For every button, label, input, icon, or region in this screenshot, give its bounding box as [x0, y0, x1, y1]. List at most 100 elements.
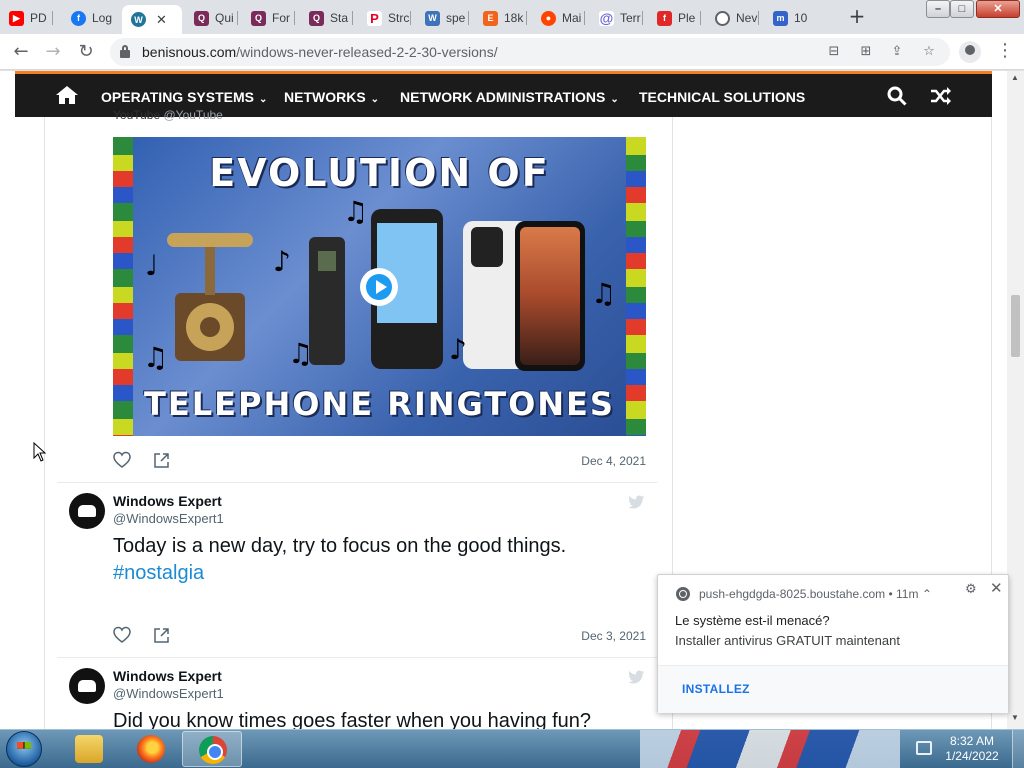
close-window-button[interactable]: ✕	[976, 0, 1020, 18]
tweet-actions: Dec 3, 2021	[113, 626, 646, 646]
push-notification[interactable]: push-ehgdgda-8025.boustahe.com • 11m ⌃ ⚙…	[657, 574, 1009, 713]
share-icon[interactable]	[153, 626, 171, 644]
tweet: Windows Expert @WindowsExpert1 Did you k…	[57, 668, 657, 729]
tab-4[interactable]: Q For	[242, 5, 295, 31]
system-tray: 8:32 AM 1/24/2022	[905, 730, 1024, 768]
tweet-date[interactable]: Dec 3, 2021	[581, 629, 646, 643]
avatar[interactable]	[69, 668, 105, 704]
chrome-icon	[715, 10, 730, 26]
url-path: /windows-never-released-2-2-30-versions/	[236, 44, 498, 60]
clock-date: 1/24/2022	[945, 749, 999, 763]
install-button[interactable]: INSTALLEZ	[682, 682, 750, 696]
tab-1[interactable]: f Log	[62, 5, 115, 31]
tweet-author-name[interactable]: Windows Expert	[113, 493, 222, 509]
gear-icon[interactable]: ⚙	[965, 582, 977, 597]
m-icon: m	[773, 10, 788, 26]
tweet-body: Today is a new day, try to focus on the …	[113, 535, 567, 557]
tweet-author-name[interactable]: Windows Expert	[113, 668, 222, 684]
clock[interactable]: 8:32 AM 1/24/2022	[941, 734, 1003, 764]
tweet: Windows Expert @WindowsExpert1 Today is …	[57, 493, 657, 643]
scroll-up-icon[interactable]: ▲	[1011, 73, 1019, 82]
tab-7[interactable]: W spe	[416, 5, 469, 31]
nav-label: TECHNICAL SOLUTIONS	[639, 89, 806, 105]
back-arrow-icon[interactable]: ←	[9, 40, 33, 64]
twitter-bird-icon[interactable]	[629, 670, 645, 684]
profile-avatar-icon[interactable]	[959, 41, 981, 63]
tweet-author-handle[interactable]: @WindowsExpert1	[113, 511, 224, 526]
tab-12[interactable]: Nev	[706, 5, 759, 31]
nav-technical-solutions[interactable]: TECHNICAL SOLUTIONS	[639, 89, 805, 105]
flipboard-icon: f	[657, 10, 672, 26]
close-tab-icon[interactable]: ✕	[156, 12, 167, 28]
shuffle-icon[interactable]	[930, 86, 952, 106]
scroll-down-icon[interactable]: ▼	[1011, 713, 1019, 722]
music-note-icon: ♫	[288, 337, 314, 370]
video-title-top: EVOLUTION OF	[209, 151, 550, 195]
twitter-feed: YouTube @YouTube EVOLUTION OF ♩ ♪ ♫ ♫ ♫ …	[57, 71, 657, 729]
tab-title: Terr	[620, 11, 641, 25]
smartphone-image	[515, 221, 585, 371]
tab-2-active[interactable]: W ✕	[122, 5, 182, 34]
tab-13[interactable]: m 10	[764, 5, 817, 31]
hashtag-link[interactable]: #nostalgia	[113, 560, 566, 587]
vertical-scrollbar[interactable]: ▲ ▼	[1007, 71, 1024, 729]
tab-5[interactable]: Q Sta	[300, 5, 353, 31]
tweet-divider	[57, 657, 657, 658]
tab-title: 18k	[504, 11, 524, 25]
heart-icon[interactable]	[113, 451, 131, 469]
share-icon[interactable]	[153, 451, 171, 469]
address-bar[interactable]: benisnous.com/windows-never-released-2-2…	[110, 38, 950, 66]
search-icon[interactable]	[887, 86, 907, 106]
forward-arrow-icon[interactable]: →	[41, 40, 65, 64]
reload-icon[interactable]: ↻	[74, 40, 98, 64]
tab-8[interactable]: E 18k	[474, 5, 527, 31]
close-icon[interactable]: ✕	[990, 579, 1003, 597]
browser-toolbar: ← → ↻ benisnous.com/windows-never-releas…	[0, 34, 1024, 70]
content-border	[44, 117, 45, 729]
blocked-popup-icon[interactable]: ⊟	[825, 43, 843, 61]
embed-source-name: YouTube	[113, 108, 161, 122]
bookmark-star-icon[interactable]: ☆	[920, 43, 938, 61]
taskbar-chrome[interactable]	[182, 731, 242, 767]
tweet-author-handle[interactable]: @WindowsExpert1	[113, 686, 224, 701]
blocked-notification-icon[interactable]: ⊞	[857, 43, 875, 61]
video-thumbnail[interactable]: EVOLUTION OF ♩ ♪ ♫ ♫ ♫ ♪ ♫ TELEPHONE RIN…	[113, 137, 646, 436]
music-note-icon: ♫	[143, 341, 169, 374]
tab-title: Mai	[562, 11, 582, 25]
clock-time: 8:32 AM	[949, 734, 995, 748]
twitter-bird-icon[interactable]	[629, 495, 645, 509]
taskbar-firefox[interactable]	[121, 731, 181, 767]
notification-body: Installer antivirus GRATUIT maintenant	[675, 633, 900, 648]
maximize-icon: □	[958, 3, 966, 15]
new-tab-button[interactable]: +	[847, 6, 867, 26]
tab-11[interactable]: f Ple	[648, 5, 701, 31]
mouse-cursor-icon	[33, 442, 47, 462]
music-note-icon: ♩	[145, 249, 159, 282]
tab-10[interactable]: @ Terr	[590, 5, 643, 31]
share-icon[interactable]: ⇪	[888, 43, 906, 61]
tab-3[interactable]: Q Qui	[185, 5, 238, 31]
tweet-date[interactable]: Dec 4, 2021	[581, 454, 646, 468]
taskbar-explorer[interactable]	[59, 731, 119, 767]
start-button[interactable]	[6, 731, 42, 767]
play-button[interactable]	[360, 268, 398, 306]
tab-6[interactable]: P Strc	[358, 5, 411, 31]
show-desktop-button[interactable]	[1012, 730, 1024, 768]
heart-icon[interactable]	[113, 626, 131, 644]
video-title-bottom: TELEPHONE RINGTONES	[144, 385, 615, 423]
scrollbar-thumb[interactable]	[1011, 295, 1020, 357]
avatar[interactable]	[69, 493, 105, 529]
network-icon[interactable]	[916, 741, 932, 755]
menu-kebab-icon[interactable]: ⋮	[996, 40, 1014, 61]
chevron-up-icon[interactable]: ⌃	[922, 587, 932, 601]
url-host: benisnous.com	[142, 44, 237, 60]
tab-9[interactable]: ● Mai	[532, 5, 585, 31]
tab-title: Sta	[330, 11, 349, 25]
minimize-button[interactable]: –	[926, 0, 950, 18]
minimize-icon: –	[934, 3, 942, 15]
maximize-button[interactable]: □	[950, 0, 974, 18]
tab-0[interactable]: ▶ PD	[0, 5, 53, 31]
url-text[interactable]: benisnous.com/windows-never-released-2-2…	[142, 44, 498, 60]
tab-title: For	[272, 11, 290, 25]
wallpaper-peek	[640, 730, 900, 768]
